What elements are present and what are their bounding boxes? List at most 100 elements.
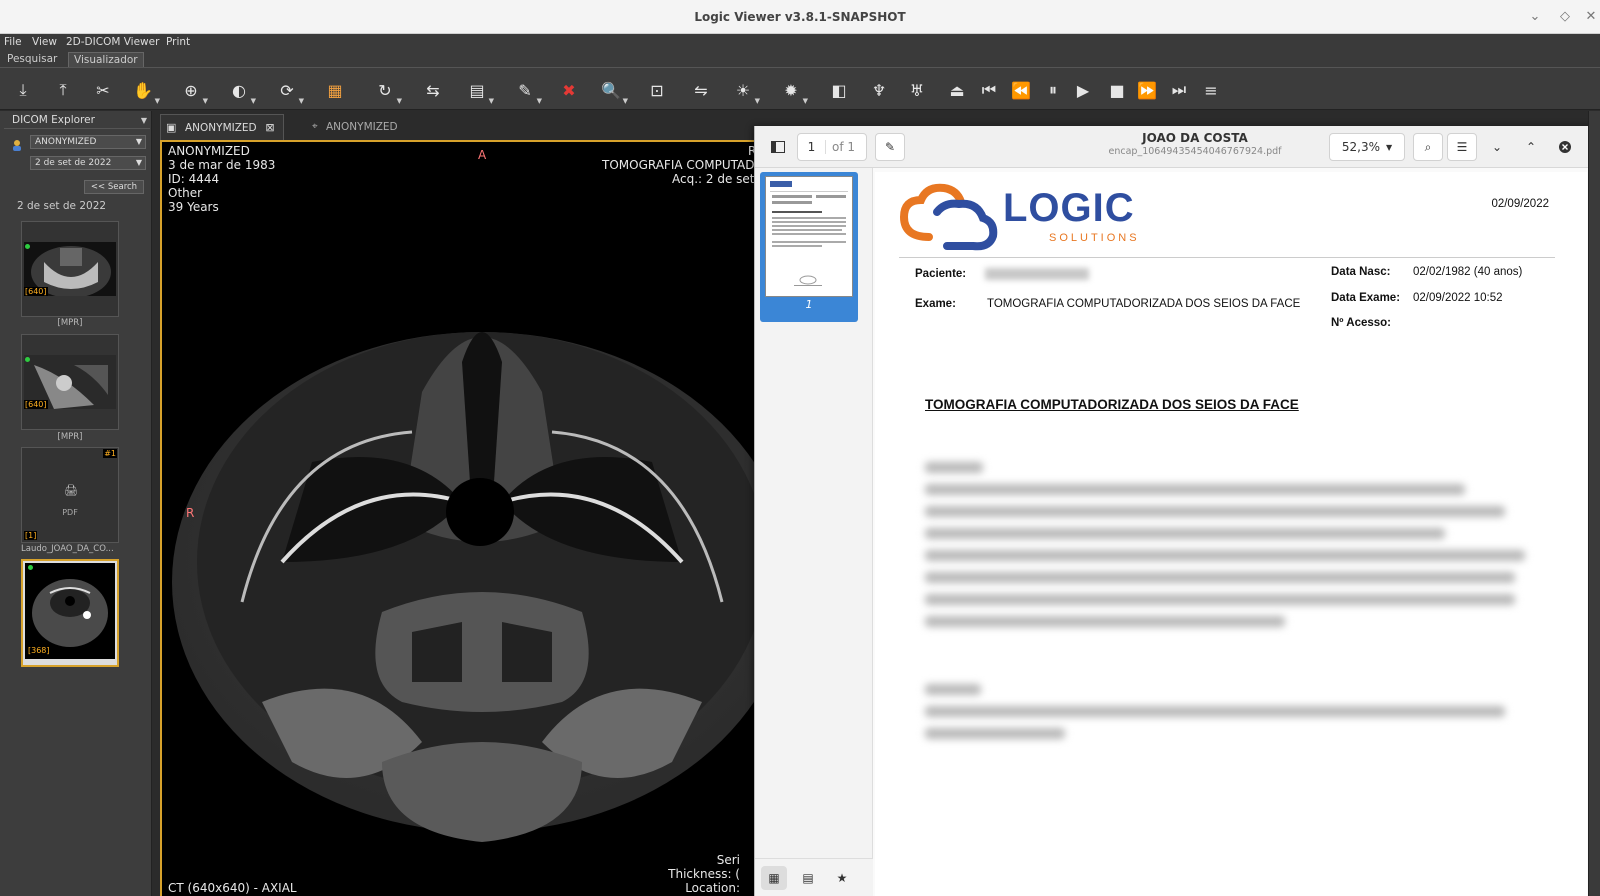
data-exame-value: 02/09/2022 10:52 [1413,292,1503,304]
menu-print[interactable]: Print [166,36,190,48]
import-icon[interactable]: ⤓ [10,77,36,103]
dropdown-caret-icon[interactable]: ▼ [251,97,256,105]
zoom-select[interactable]: 52,3% ▼ [1329,133,1405,161]
explorer-title: DICOM Explorer [12,114,95,126]
dropdown-caret-icon[interactable]: ▼ [203,97,208,105]
play-icon[interactable]: ▶ [1070,77,1096,103]
flip-icon[interactable]: ⇆ [420,77,446,103]
overlay-sex: Other [168,186,203,200]
app-window: { "window": { "title": "Logic Viewer v3.… [0,0,1600,896]
dropdown-caret-icon[interactable]: ▼ [537,97,542,105]
exame-label: Exame: [915,298,956,310]
series-thumbnail-1[interactable]: [640] [21,221,119,317]
date-select[interactable]: 2 de set de 2022 ▼ [30,156,146,170]
overlay-location: Location: [685,881,740,895]
logo-mark-icon [899,183,998,251]
tab-visualizador[interactable]: Visualizador [68,52,144,67]
patient-select[interactable]: ANONYMIZED ▼ [30,135,146,149]
outline-view-icon[interactable]: ▤ [795,866,821,890]
pdf-thumbnail-page [765,176,853,297]
chevron-down-icon[interactable]: ▼ [141,116,147,125]
lungs-icon[interactable]: ♆ [866,77,892,103]
series-thumbnail-2[interactable]: [640] [21,334,119,430]
dropdown-caret-icon[interactable]: ▼ [623,97,628,105]
series-thumbnail-4[interactable]: [368] [21,559,119,667]
more-icon[interactable]: ≡ [1198,77,1224,103]
explorer-header: DICOM Explorer ▼ [4,113,150,129]
draw-icon[interactable]: ✎ ▼ [512,77,542,106]
delete-icon[interactable]: ✂ [90,77,116,103]
chevron-up-icon[interactable]: ⌃ [1517,133,1545,161]
viewer-tab-1[interactable]: ▣ ANONYMIZED ⊠ [160,114,284,140]
sidebar-toggle-icon[interactable] [763,133,793,161]
lungs-alt-icon[interactable]: ♅ [904,77,930,103]
dropdown-caret-icon[interactable]: ▼ [755,97,760,105]
mouse-rotate-icon[interactable]: ⟳ ▼ [274,77,304,106]
page-input[interactable]: 1 [798,140,826,154]
pdf-thumbnail-sidebar: 1 ▦ ▤ ★ [755,168,873,896]
pause-icon[interactable]: ⏸ [1040,77,1066,103]
image-count: [640] [24,287,48,296]
pdf-viewer: 1 of 1 ✎ JOAO DA COSTA encap_10649435454… [754,126,1600,896]
layout-icon[interactable]: ▦ [322,77,348,103]
image-count: [640] [24,400,48,409]
mouse-zoom-icon[interactable]: ⊕ ▼ [178,77,208,106]
series-label: [MPR] [57,432,83,442]
mouse-pan-icon[interactable]: ✋ ▼ [130,77,160,106]
dropdown-caret-icon[interactable]: ▼ [803,97,808,105]
chevron-down-icon[interactable]: ⌄ [1483,133,1511,161]
menu-icon[interactable]: ☰ [1447,133,1477,161]
contrast-icon[interactable]: ✹ ▼ [778,77,808,106]
close-tab-icon[interactable]: ⊠ [265,115,274,141]
clear-icon[interactable]: ✖ [556,77,582,103]
next-icon[interactable]: ⏩ [1134,77,1160,103]
overlay-series: Seri [716,853,740,867]
sync-icon[interactable]: ⇋ [688,77,714,103]
zoom-icon[interactable]: 🔍 ▼ [598,77,628,106]
dropdown-caret-icon[interactable]: ▼ [299,97,304,105]
table-icon[interactable]: ▤ ▼ [464,77,494,106]
logo: LOGIC SOLUTIONS [899,182,1139,252]
invert-icon[interactable]: ◧ [826,77,852,103]
overlay-name: ANONYMIZED [168,144,250,158]
prev-icon[interactable]: ⏪ [1008,77,1034,103]
menu-view[interactable]: View [32,36,57,48]
viewer-tab-2[interactable]: ⌖ ANONYMIZED [310,114,398,140]
menu-2d-dicom-viewer[interactable]: 2D-DICOM Viewer [66,36,159,48]
close-icon[interactable]: ✕ [1582,9,1600,24]
brightness-icon[interactable]: ☀ ▼ [730,77,760,106]
rotate-icon[interactable]: ↻ ▼ [372,77,402,106]
dropdown-caret-icon[interactable]: ▼ [489,97,494,105]
pdf-thumbnail-number: 1 [805,298,813,311]
tab-pesquisar[interactable]: Pesquisar [2,52,62,66]
image-count: [1] [24,531,38,540]
close-icon[interactable] [1551,133,1579,161]
menu-file[interactable]: File [4,36,22,48]
overlay-birthdate: 3 de mar de 1983 [168,158,276,172]
eject-icon[interactable]: ⏏ [944,77,970,103]
export-icon[interactable]: ⤒ [50,77,76,103]
minimize-icon[interactable]: ⌄ [1526,9,1544,24]
ct-image [172,332,762,842]
search-button[interactable]: << Search [84,180,144,194]
stop-icon[interactable]: ■ [1104,77,1130,103]
report-date: 02/09/2022 [1491,198,1549,210]
first-icon[interactable]: ⏮ [976,77,1002,103]
dropdown-caret-icon[interactable]: ▼ [397,97,402,105]
image-viewport[interactable]: ANONYMIZED 3 de mar de 1983 ID: 4444 Oth… [160,140,764,896]
maximize-icon[interactable]: ◇ [1556,9,1574,24]
mouse-window-icon[interactable]: ◐ ▼ [226,77,256,106]
edit-icon[interactable]: ✎ [875,133,905,161]
pdf-toolbar: 1 of 1 ✎ JOAO DA COSTA encap_10649435454… [755,126,1600,168]
dropdown-caret-icon[interactable]: ▼ [155,97,160,105]
last-icon[interactable]: ⏭ [1166,77,1192,103]
search-icon[interactable]: ⌕ [1413,133,1443,161]
zoom-rect-icon[interactable]: ⊡ [644,77,670,103]
bookmark-icon[interactable]: ★ [829,866,855,890]
dicom-explorer-panel: DICOM Explorer ▼ ANONYMIZED ▼ 2 de set de… [0,111,152,896]
right-side-panel[interactable] [1588,111,1600,896]
grid-view-icon[interactable]: ▦ [761,866,787,890]
pdf-page-thumbnail[interactable]: 1 [760,172,858,322]
series-thumbnail-pdf[interactable]: #1 🖨 PDF [1] [21,447,119,543]
data-nasc-value: 02/02/1982 (40 anos) [1413,266,1523,278]
